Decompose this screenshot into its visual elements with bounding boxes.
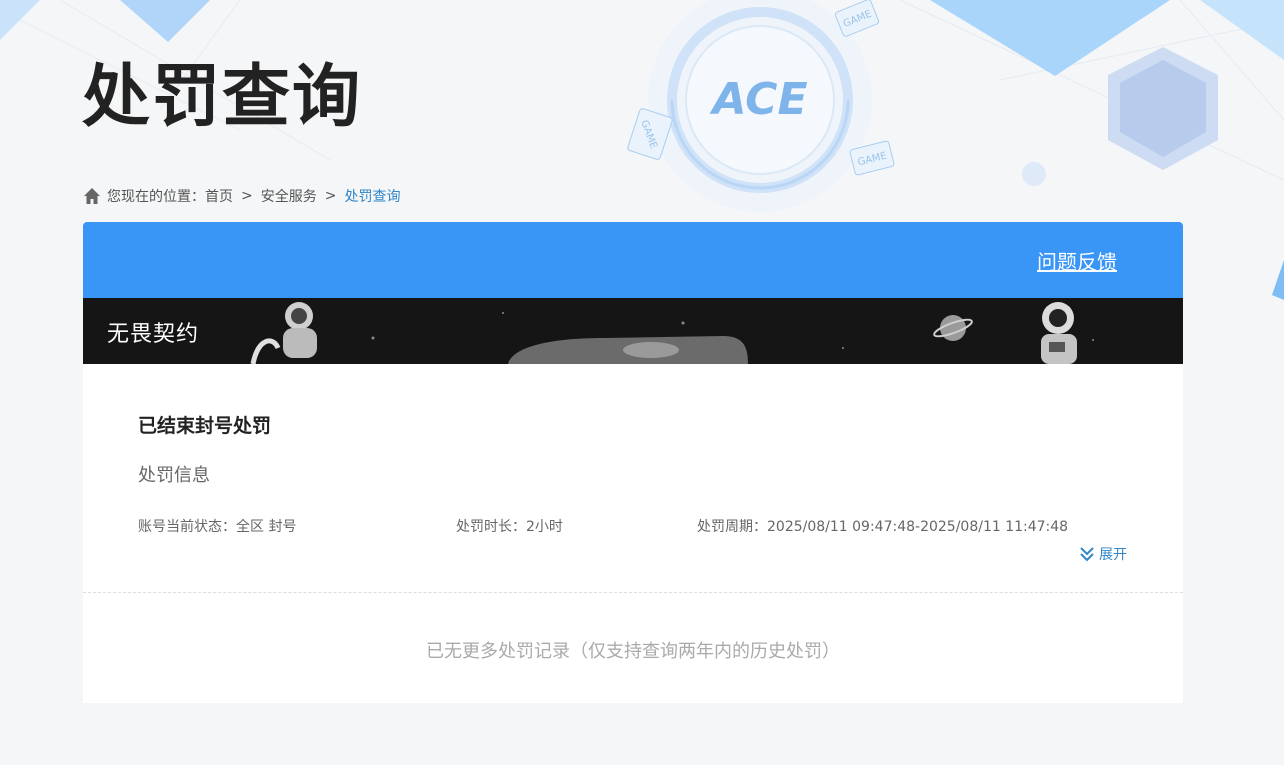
breadcrumb-security-link[interactable]: 安全服务 [261,186,317,206]
record-divider [83,592,1183,593]
penalty-card: 问题反馈 无畏契约 已结束封号处罚 处罚信息 账号当前状态：全区 封号 处罚时长… [83,222,1183,703]
account-status-label: 账号当前状态： [138,519,236,535]
expand-button[interactable]: 展开 [1079,544,1127,564]
game-banner: 无畏契约 [83,298,1183,364]
account-status-value: 全区 封号 [236,519,297,535]
record-title: 已结束封号处罚 [138,415,272,437]
breadcrumb-prefix: 您现在的位置： [107,189,205,205]
breadcrumb-home-link[interactable]: 首页 [205,186,233,206]
penalty-duration-label: 处罚时长： [456,519,526,535]
game-name: 无畏契约 [107,322,200,347]
breadcrumb: 您现在的位置： 首页 > 安全服务 > 处罚查询 [83,186,400,206]
penalty-period-value: 2025/08/11 09:47:48-2025/08/11 11:47:48 [767,519,1069,535]
banner-artwork [83,298,1183,364]
home-icon [84,188,100,204]
penalty-duration: 处罚时长：2小时 [456,516,563,536]
expand-label: 展开 [1099,547,1127,563]
page: ACE GAME GAME GAME 处罚查询 您现在的位置： 首页 > 安全服… [0,0,1284,765]
penalty-period-label: 处罚周期： [697,519,767,535]
card-header: 问题反馈 [83,222,1183,298]
page-title: 处罚查询 [82,58,363,137]
record-section-label: 处罚信息 [138,465,210,486]
double-chevron-down-icon [1080,547,1094,562]
no-more-records-note: 已无更多处罚记录（仅支持查询两年内的历史处罚） [426,641,840,662]
penalty-duration-value: 2小时 [526,519,563,535]
breadcrumb-current: 处罚查询 [344,189,401,205]
svg-text:ACE: ACE [709,74,807,125]
feedback-link[interactable]: 问题反馈 [1037,246,1117,275]
breadcrumb-separator: > [241,188,253,204]
account-status: 账号当前状态：全区 封号 [138,516,296,536]
penalty-period: 处罚周期：2025/08/11 09:47:48-2025/08/11 11:4… [697,516,1068,536]
breadcrumb-separator: > [324,188,337,204]
penalty-record: 已结束封号处罚 处罚信息 账号当前状态：全区 封号 处罚时长：2小时 处罚周期：… [83,364,1183,593]
